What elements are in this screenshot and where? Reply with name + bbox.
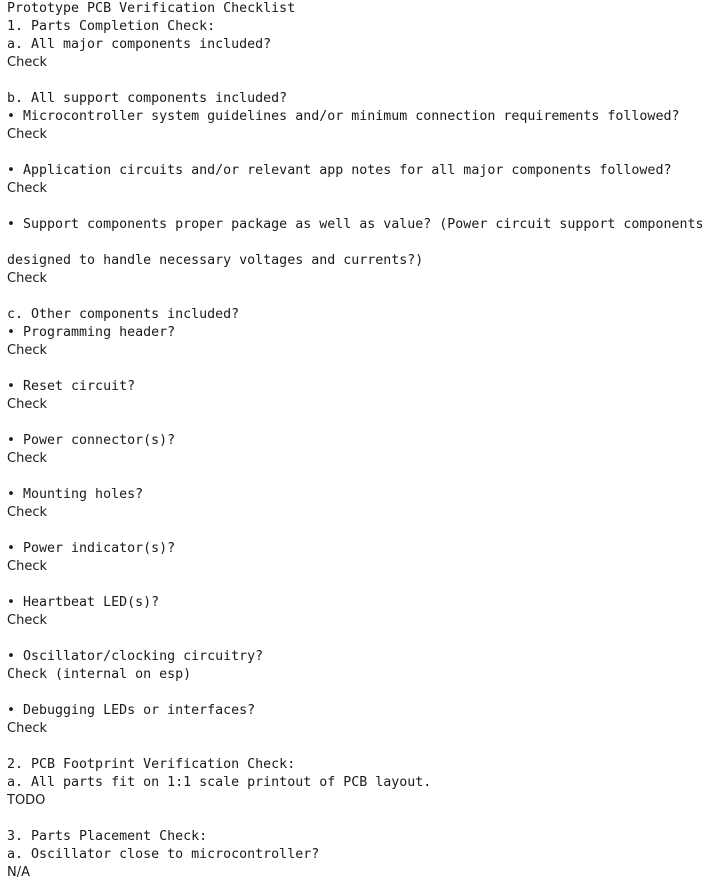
section-heading: 2. PCB Footprint Verification Check: <box>7 757 296 772</box>
status-line: Check <box>7 181 47 196</box>
status-line: Check <box>7 721 47 736</box>
document-title: Prototype PCB Verification Checklist <box>7 1 296 16</box>
bullet-item: • Oscillator/clocking circuitry? <box>7 649 264 664</box>
bullet-item: • Heartbeat LED(s)? <box>7 595 160 610</box>
section-heading: 3. Parts Placement Check: <box>7 829 208 844</box>
status-line: Check <box>7 127 47 142</box>
text-line: Check (internal on esp) <box>7 667 192 682</box>
bullet-item: • Power connector(s)? <box>7 433 176 448</box>
status-line: N/A <box>7 865 30 880</box>
status-line: TODO <box>7 793 46 808</box>
subsection-item: a. All major components included? <box>7 37 272 52</box>
status-line: Check <box>7 397 47 412</box>
subsection-item: b. All support components included? <box>7 91 288 106</box>
checklist-document: Prototype PCB Verification Checklist 1. P… <box>7 0 706 882</box>
text-line: designed to handle necessary voltages an… <box>7 253 424 268</box>
status-line: Check <box>7 55 47 70</box>
bullet-item: • Microcontroller system guidelines and/… <box>7 109 680 124</box>
bullet-item: • Reset circuit? <box>7 379 136 394</box>
status-line: Check <box>7 343 47 358</box>
status-line: Check <box>7 613 47 628</box>
subsection-item: a. All parts fit on 1:1 scale printout o… <box>7 775 432 790</box>
section-heading: 1. Parts Completion Check: <box>7 19 216 34</box>
bullet-item: • Application circuits and/or relevant a… <box>7 163 672 178</box>
bullet-item: • Power indicator(s)? <box>7 541 176 556</box>
status-line: Check <box>7 559 47 574</box>
subsection-item: c. Other components included? <box>7 307 240 322</box>
status-line: Check <box>7 271 47 286</box>
bullet-item: • Debugging LEDs or interfaces? <box>7 703 256 718</box>
bullet-item: • Programming header? <box>7 325 176 340</box>
bullet-item: • Mounting holes? <box>7 487 144 502</box>
subsection-item: a. Oscillator close to microcontroller? <box>7 847 320 862</box>
status-line: Check <box>7 505 47 520</box>
status-line: Check <box>7 451 47 466</box>
bullet-item: • Support components proper package as w… <box>7 217 704 232</box>
